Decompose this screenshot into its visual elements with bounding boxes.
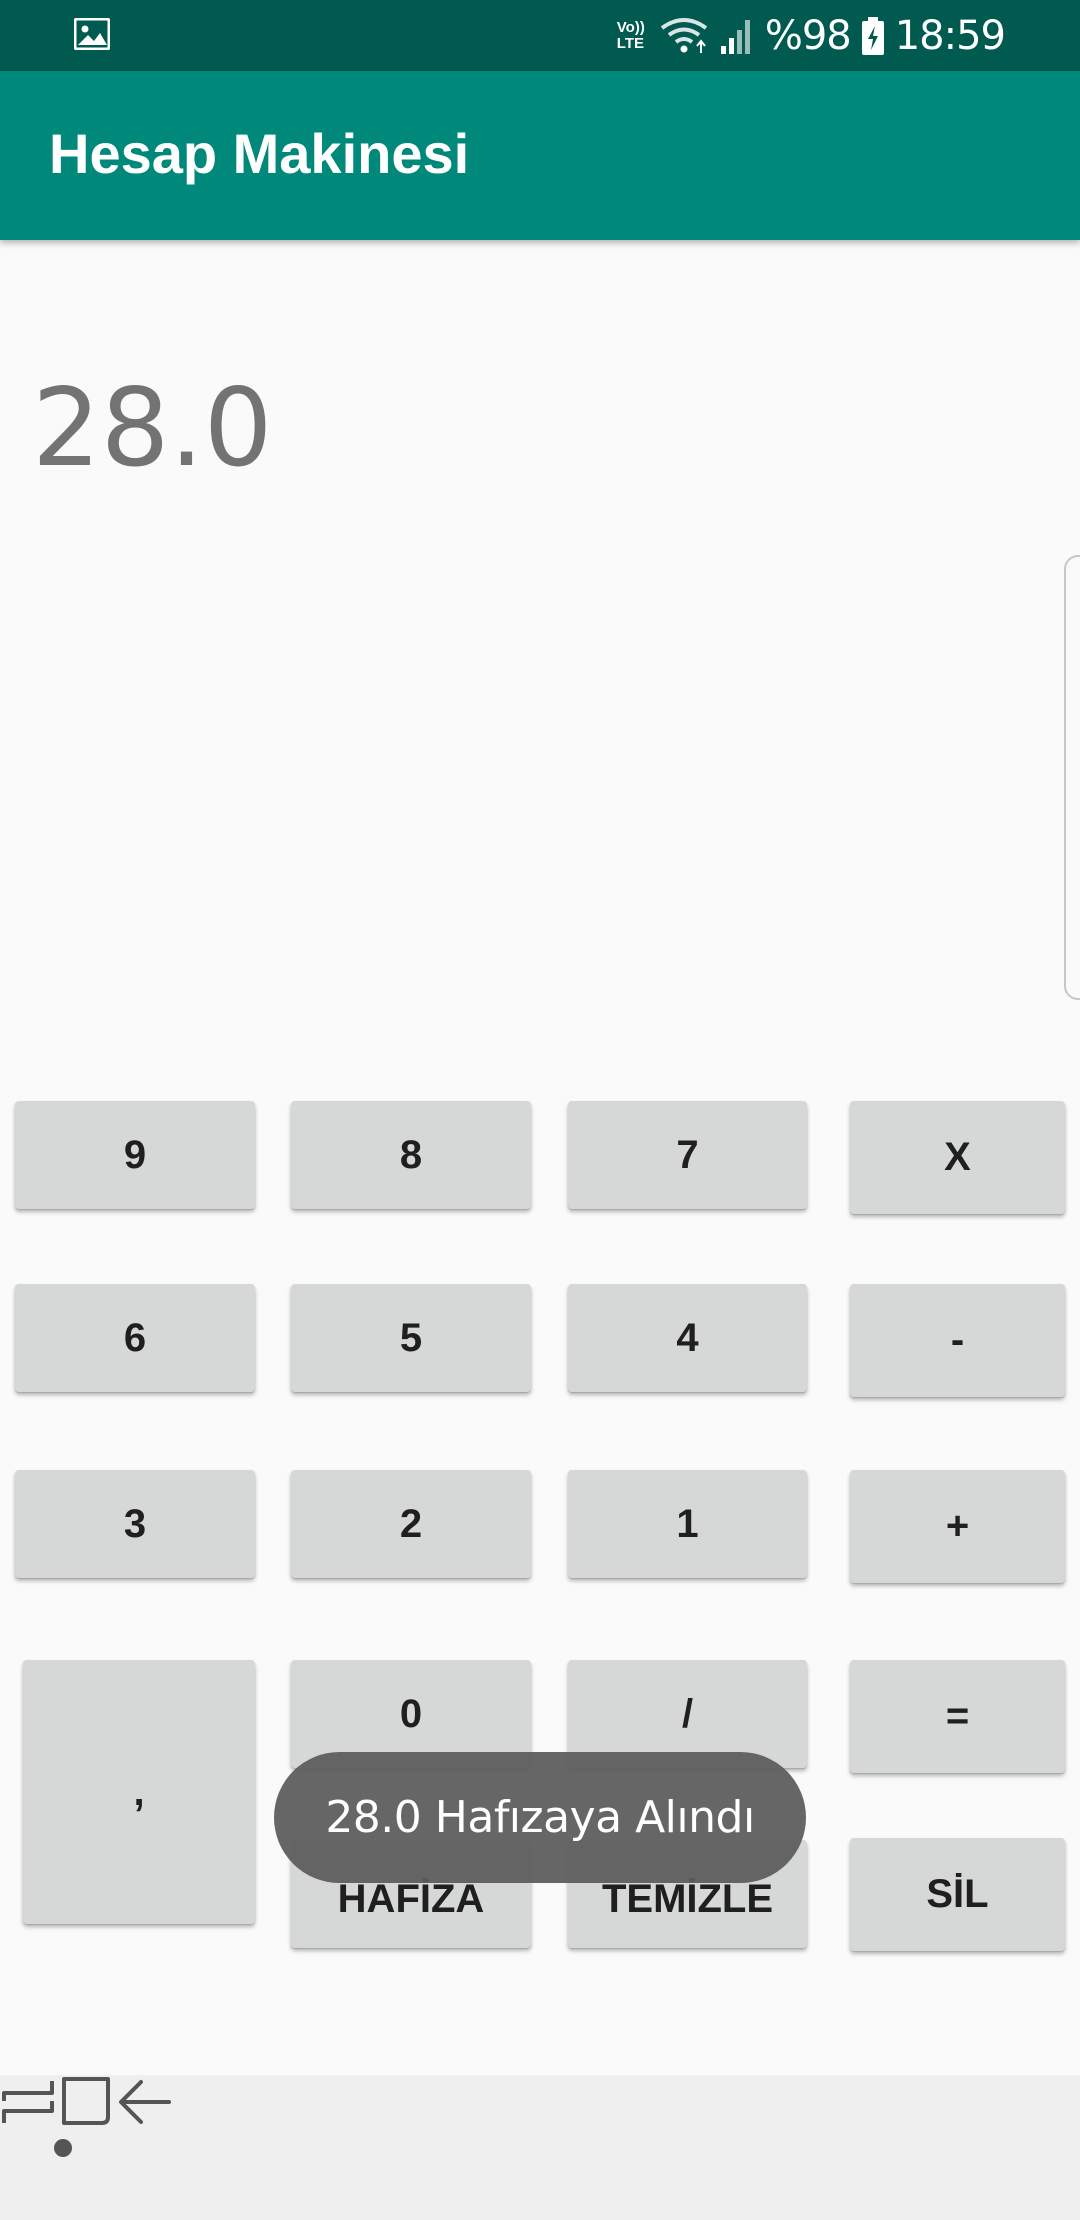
volte-indicator: Vo)) LTE <box>616 18 645 52</box>
signal-icon <box>720 19 750 54</box>
key-2[interactable]: 2 <box>291 1470 531 1578</box>
key-1[interactable]: 1 <box>568 1470 807 1578</box>
app-toolbar: Hesap Makinesi <box>0 71 1080 240</box>
battery-charging-icon <box>861 16 884 55</box>
key-7[interactable]: 7 <box>568 1101 807 1209</box>
result-display: 28.0 <box>32 366 273 491</box>
delete-button[interactable]: SİL <box>850 1838 1065 1951</box>
back-icon[interactable] <box>117 2077 173 2127</box>
home-icon[interactable] <box>60 2075 112 2127</box>
toast-message: 28.0 Hafızaya Alındı <box>274 1752 806 1883</box>
navigation-bar <box>0 2075 1080 2220</box>
key-6[interactable]: 6 <box>15 1284 255 1392</box>
key-5[interactable]: 5 <box>291 1284 531 1392</box>
key-equals[interactable]: = <box>850 1660 1065 1773</box>
key-plus[interactable]: + <box>850 1470 1065 1583</box>
key-4[interactable]: 4 <box>568 1284 807 1392</box>
key-3[interactable]: 3 <box>15 1470 255 1578</box>
gallery-notification-icon <box>74 18 110 50</box>
clock: 18:59 <box>894 12 1006 59</box>
key-minus[interactable]: - <box>850 1284 1065 1397</box>
volte-label: Vo)) <box>616 18 645 36</box>
dot-icon[interactable] <box>54 2139 72 2157</box>
lte-label: LTE <box>616 34 644 52</box>
key-8[interactable]: 8 <box>291 1101 531 1209</box>
key-9[interactable]: 9 <box>15 1101 255 1209</box>
battery-percent: %98 <box>764 12 852 59</box>
key-comma[interactable]: , <box>23 1660 255 1924</box>
edge-panel-handle[interactable] <box>1064 555 1080 1000</box>
recent-apps-icon[interactable] <box>0 2077 56 2127</box>
status-icons: Vo)) LTE %98 18:59 <box>616 0 1006 71</box>
status-bar: Vo)) LTE %98 18:59 <box>0 0 1080 71</box>
key-multiply[interactable]: X <box>850 1101 1065 1214</box>
app-title: Hesap Makinesi <box>49 122 470 185</box>
wifi-icon <box>660 17 707 53</box>
